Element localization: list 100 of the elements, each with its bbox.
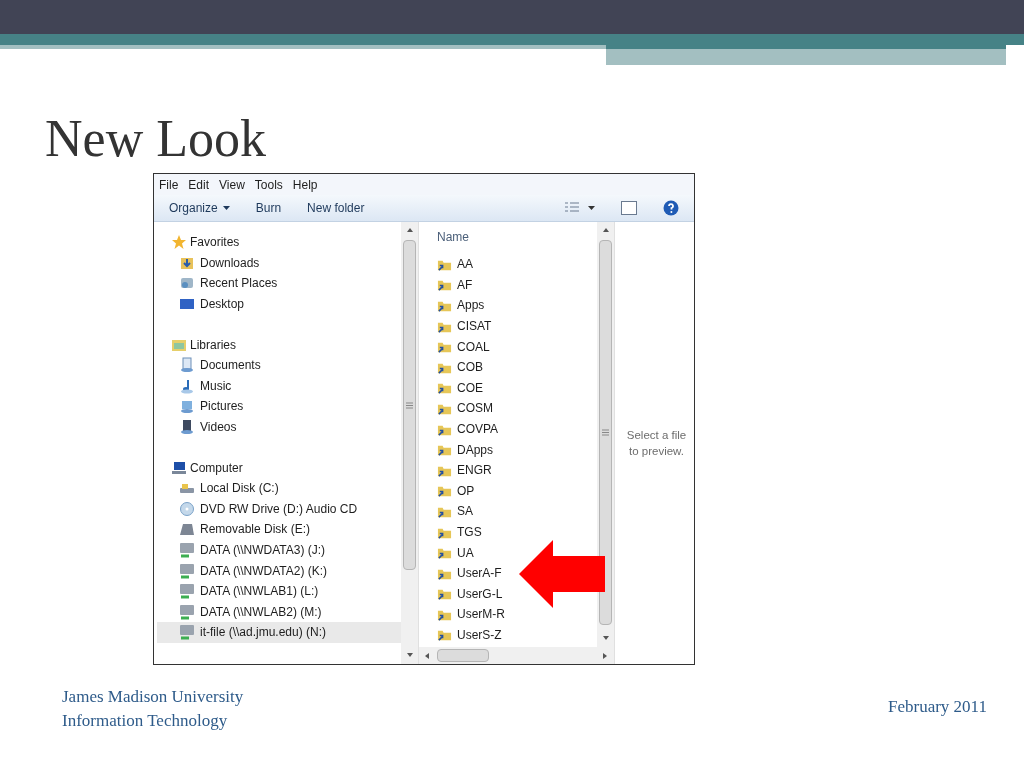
preview-message: Select a file to preview. — [625, 428, 688, 459]
nav-item[interactable]: DATA (\\NWDATA3) (J:) — [157, 539, 401, 561]
nav-label: Removable Disk (E:) — [200, 521, 311, 539]
network-drive-icon — [179, 542, 195, 558]
menu-item[interactable]: View — [219, 175, 245, 194]
folder-item[interactable]: DApps — [437, 439, 494, 460]
nav-label: Local Disk (C:) — [200, 480, 279, 498]
folder-name: COSM — [457, 400, 493, 418]
menu-item[interactable]: Tools — [254, 175, 283, 194]
folder-item[interactable]: COE — [437, 377, 483, 399]
network-drive-icon — [179, 624, 195, 641]
nav-label: Computer — [190, 459, 243, 477]
grip-icon — [406, 401, 413, 409]
nav-label: Downloads — [200, 254, 260, 272]
caret-icon[interactable] — [588, 206, 595, 210]
nav-item[interactable]: DATA (\\NWLAB2) (M:) — [157, 601, 401, 623]
slide-date: February 2011 — [888, 695, 987, 718]
nav-group[interactable]: Favorites — [157, 232, 401, 253]
nav-item[interactable]: DVD RW Drive (D:) Audio CD — [157, 498, 401, 520]
disc-icon — [179, 500, 195, 517]
toolbar-button[interactable]: New folder — [307, 199, 365, 217]
folder-item[interactable]: UA — [437, 542, 474, 563]
slide-title: New Look — [45, 113, 267, 165]
music-icon — [179, 377, 195, 394]
nav-item[interactable]: Removable Disk (E:) — [157, 519, 401, 540]
nav-label: Recent Places — [200, 275, 278, 293]
folder-item[interactable]: UserM-R — [437, 604, 505, 625]
folder-name: AA — [457, 256, 473, 274]
nav-label: DVD RW Drive (D:) Audio CD — [200, 500, 358, 518]
nav-label: Videos — [200, 419, 237, 437]
folder-item[interactable]: AA — [437, 254, 473, 275]
folder-name: COE — [457, 379, 483, 397]
nav-item[interactable]: Desktop — [157, 293, 401, 315]
nav-item[interactable]: Videos — [157, 416, 401, 438]
folder-name: COAL — [457, 338, 490, 356]
preview-pane-icon[interactable] — [621, 201, 637, 215]
nav-item[interactable]: Music — [157, 375, 401, 397]
scrollbar-thumb[interactable] — [403, 240, 416, 570]
vertical-scrollbar[interactable] — [401, 222, 418, 664]
folder-item[interactable]: SA — [437, 501, 473, 522]
folder-item[interactable]: COSM — [437, 398, 493, 419]
nav-label: DATA (\\NWLAB2) (M:) — [200, 603, 322, 621]
folder-name: ENGR — [457, 462, 492, 480]
network-drive-icon — [179, 562, 195, 579]
nav-group[interactable]: Libraries — [157, 334, 401, 355]
folder-name: CISAT — [457, 318, 492, 336]
caret-icon — [222, 206, 230, 210]
folder-item[interactable]: CISAT — [437, 315, 492, 337]
nav-label: it-file (\\ad.jmu.edu) (N:) — [200, 624, 327, 642]
folder-name: UserS-Z — [457, 627, 502, 644]
folder-name: COVPA — [457, 421, 499, 439]
footer-text: James Madison University — [62, 686, 244, 708]
grip-icon — [602, 429, 609, 436]
toolbar-button[interactable]: Burn — [255, 199, 282, 217]
nav-item[interactable]: Downloads — [157, 252, 401, 274]
nav-group[interactable]: Computer — [157, 457, 401, 478]
nav-item[interactable]: DATA (\\NWDATA2) (K:) — [157, 560, 401, 581]
nav-label: Favorites — [190, 234, 240, 252]
footer-text: Information Technology — [62, 710, 229, 732]
star-icon — [171, 234, 187, 251]
pictures-icon — [179, 398, 195, 415]
help-icon[interactable] — [663, 200, 679, 216]
scrollbar-thumb[interactable] — [437, 649, 489, 662]
scrollbar-thumb[interactable] — [599, 240, 612, 625]
nav-item[interactable]: DATA (\\NWLAB1) (L:) — [157, 580, 401, 602]
folder-item[interactable]: UserS-Z — [437, 624, 502, 646]
folder-item[interactable]: COB — [437, 356, 483, 378]
folder-item[interactable]: OP — [437, 480, 475, 502]
network-drive-icon — [179, 583, 195, 600]
nav-label: Libraries — [190, 336, 237, 354]
folder-name: OP — [457, 482, 475, 500]
folder-item[interactable]: COVPA — [437, 418, 499, 440]
toolbar-button[interactable]: Organize — [169, 199, 230, 217]
nav-label: Music — [200, 377, 232, 395]
nav-item[interactable]: Recent Places — [157, 273, 401, 294]
nav-label: DATA (\\NWLAB1) (L:) — [200, 583, 319, 601]
videos-icon — [179, 419, 195, 436]
column-header[interactable]: Name — [437, 228, 597, 254]
horizontal-scrollbar[interactable] — [419, 647, 614, 664]
folder-name: Apps — [457, 297, 485, 315]
nav-item[interactable]: Documents — [157, 354, 401, 376]
nav-item[interactable]: Local Disk (C:) — [157, 477, 401, 499]
folder-name: DApps — [457, 441, 494, 459]
menu-item[interactable]: File — [159, 175, 179, 194]
folder-item[interactable]: UserG-L — [437, 583, 503, 605]
folder-item[interactable]: COAL — [437, 336, 490, 357]
nav-item[interactable]: it-file (\\ad.jmu.edu) (N:) — [157, 622, 401, 643]
nav-label: Pictures — [200, 398, 244, 416]
folder-item[interactable]: AF — [437, 274, 473, 296]
nav-item[interactable]: Pictures — [157, 396, 401, 417]
folder-item[interactable]: TGS — [437, 521, 482, 543]
nav-label: Documents — [200, 357, 261, 375]
menu-item[interactable]: Edit — [188, 175, 210, 194]
folder-item[interactable]: Apps — [437, 295, 485, 316]
folder-item[interactable]: ENGR — [437, 459, 492, 481]
vertical-scrollbar[interactable] — [597, 222, 614, 647]
network-drive-icon — [179, 603, 195, 620]
nav-label: DATA (\\NWDATA2) (K:) — [200, 562, 328, 580]
menu-item[interactable]: Help — [292, 175, 318, 194]
folder-item[interactable]: UserA-F — [437, 562, 502, 584]
